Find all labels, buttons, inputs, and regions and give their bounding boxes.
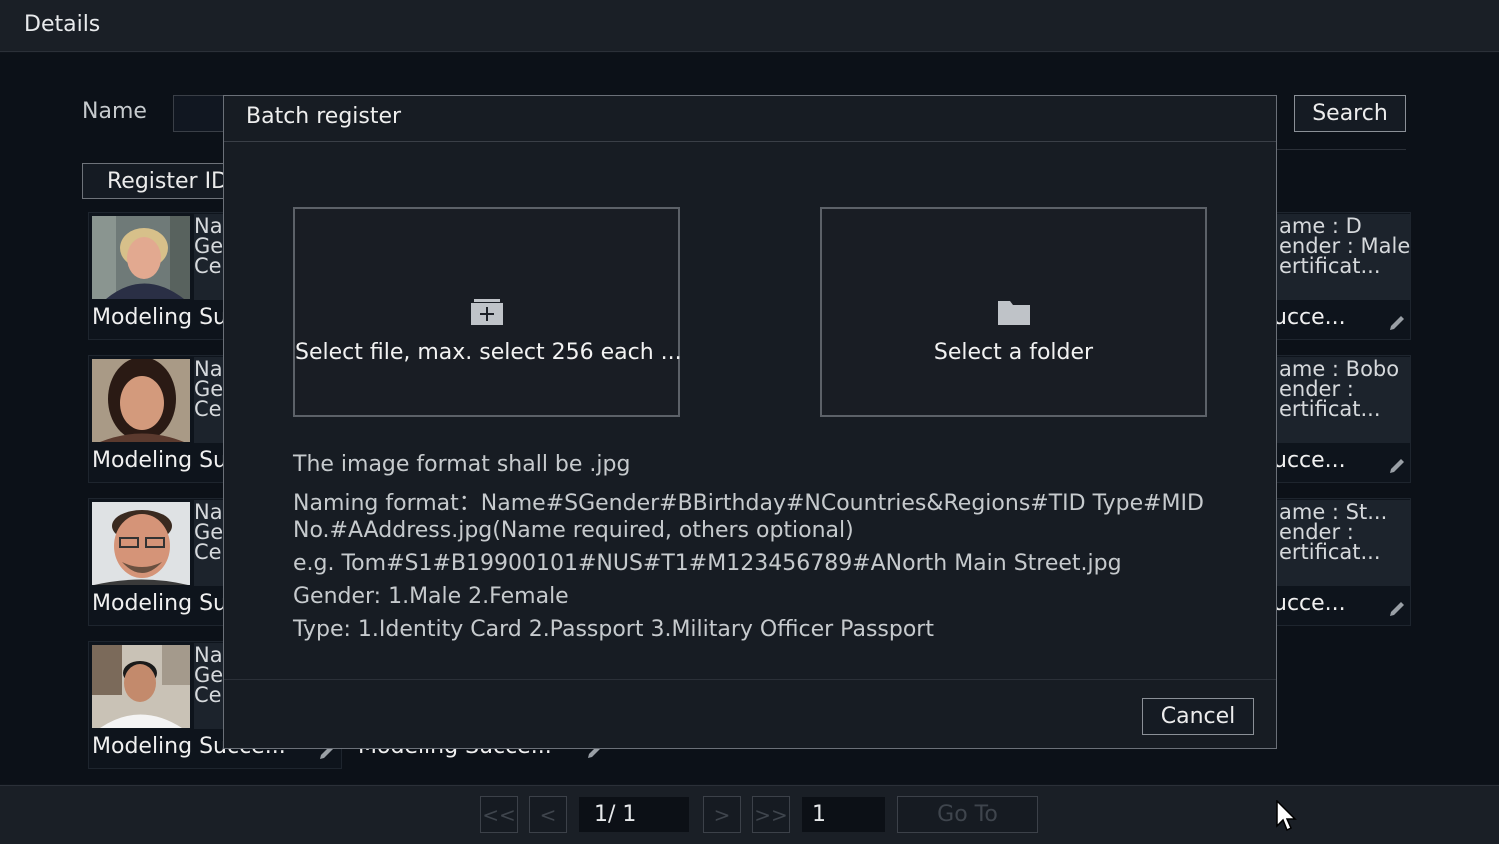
card-status: Modeling Su [92, 448, 227, 473]
card-info: ame : St... ender : ertificat... [1273, 500, 1410, 586]
face-photo [92, 645, 190, 728]
name-label: Name [82, 99, 147, 124]
dialog-title: Batch register [246, 104, 402, 129]
naming-format-note-cont: No.#AAddress.jpg(Name required, others o… [293, 518, 854, 543]
edit-pencil-icon[interactable] [1387, 599, 1407, 619]
select-file-box[interactable]: Select file, max. select 256 each ... [293, 207, 682, 417]
select-folder-box[interactable]: Select a folder [820, 207, 1207, 417]
folder-icon [997, 299, 1030, 329]
cancel-button[interactable]: Cancel [1142, 698, 1254, 735]
next-page-button[interactable]: > [703, 796, 741, 833]
example-note: e.g. Tom#S1#B19900101#NUS#T1#M123456789#… [293, 551, 1122, 576]
search-button[interactable]: Search [1294, 95, 1406, 132]
dialog-header: Batch register [224, 96, 1276, 142]
type-note: Type: 1.Identity Card 2.Passport 3.Milit… [293, 617, 934, 642]
batch-register-dialog: Batch register Select file, max. select … [223, 95, 1277, 749]
card-status: ucce... [1273, 591, 1346, 616]
edit-pencil-icon[interactable] [1387, 456, 1407, 476]
card-status: Modeling Su [92, 305, 227, 330]
title-bar: Details [0, 0, 1499, 52]
last-page-button[interactable]: >> [752, 796, 790, 833]
first-page-button[interactable]: << [480, 796, 518, 833]
face-card[interactable]: ame : Dender : Male ertificat... ucce... [1272, 212, 1411, 340]
format-note: The image format shall be .jpg [293, 452, 631, 477]
face-photo [92, 502, 190, 585]
face-photo [92, 216, 190, 299]
select-file-label: Select file, max. select 256 each ... [295, 340, 682, 365]
page-number-input[interactable]: 1 [801, 796, 886, 833]
face-card[interactable]: ame : St... ender : ertificat... ucce... [1272, 498, 1411, 626]
prev-page-button[interactable]: < [529, 796, 567, 833]
pagination-bar [0, 785, 1499, 844]
go-to-button[interactable]: Go To [897, 796, 1038, 833]
card-status: ucce... [1273, 305, 1346, 330]
add-file-icon [470, 299, 503, 329]
card-status: Modeling Su [92, 591, 227, 616]
card-info: ame : Dender : Male ertificat... [1273, 214, 1410, 300]
edit-pencil-icon[interactable] [1387, 313, 1407, 333]
face-photo [92, 359, 190, 442]
select-folder-label: Select a folder [933, 340, 1094, 365]
naming-format-note: Naming format：Name#SGender#BBirthday#NCo… [293, 491, 1204, 516]
register-id-button[interactable]: Register ID [82, 163, 242, 199]
page-indicator: 1/ 1 [578, 796, 690, 833]
card-status: ucce... [1273, 448, 1346, 473]
card-info: ame : Bobo ender : ertificat... [1273, 357, 1410, 443]
dialog-divider [224, 679, 1276, 680]
divider [1276, 149, 1406, 150]
window-title: Details [24, 12, 101, 37]
face-card[interactable]: ame : Bobo ender : ertificat... ucce... [1272, 355, 1411, 483]
gender-note: Gender: 1.Male 2.Female [293, 584, 569, 609]
mouse-cursor-icon [1276, 799, 1298, 836]
